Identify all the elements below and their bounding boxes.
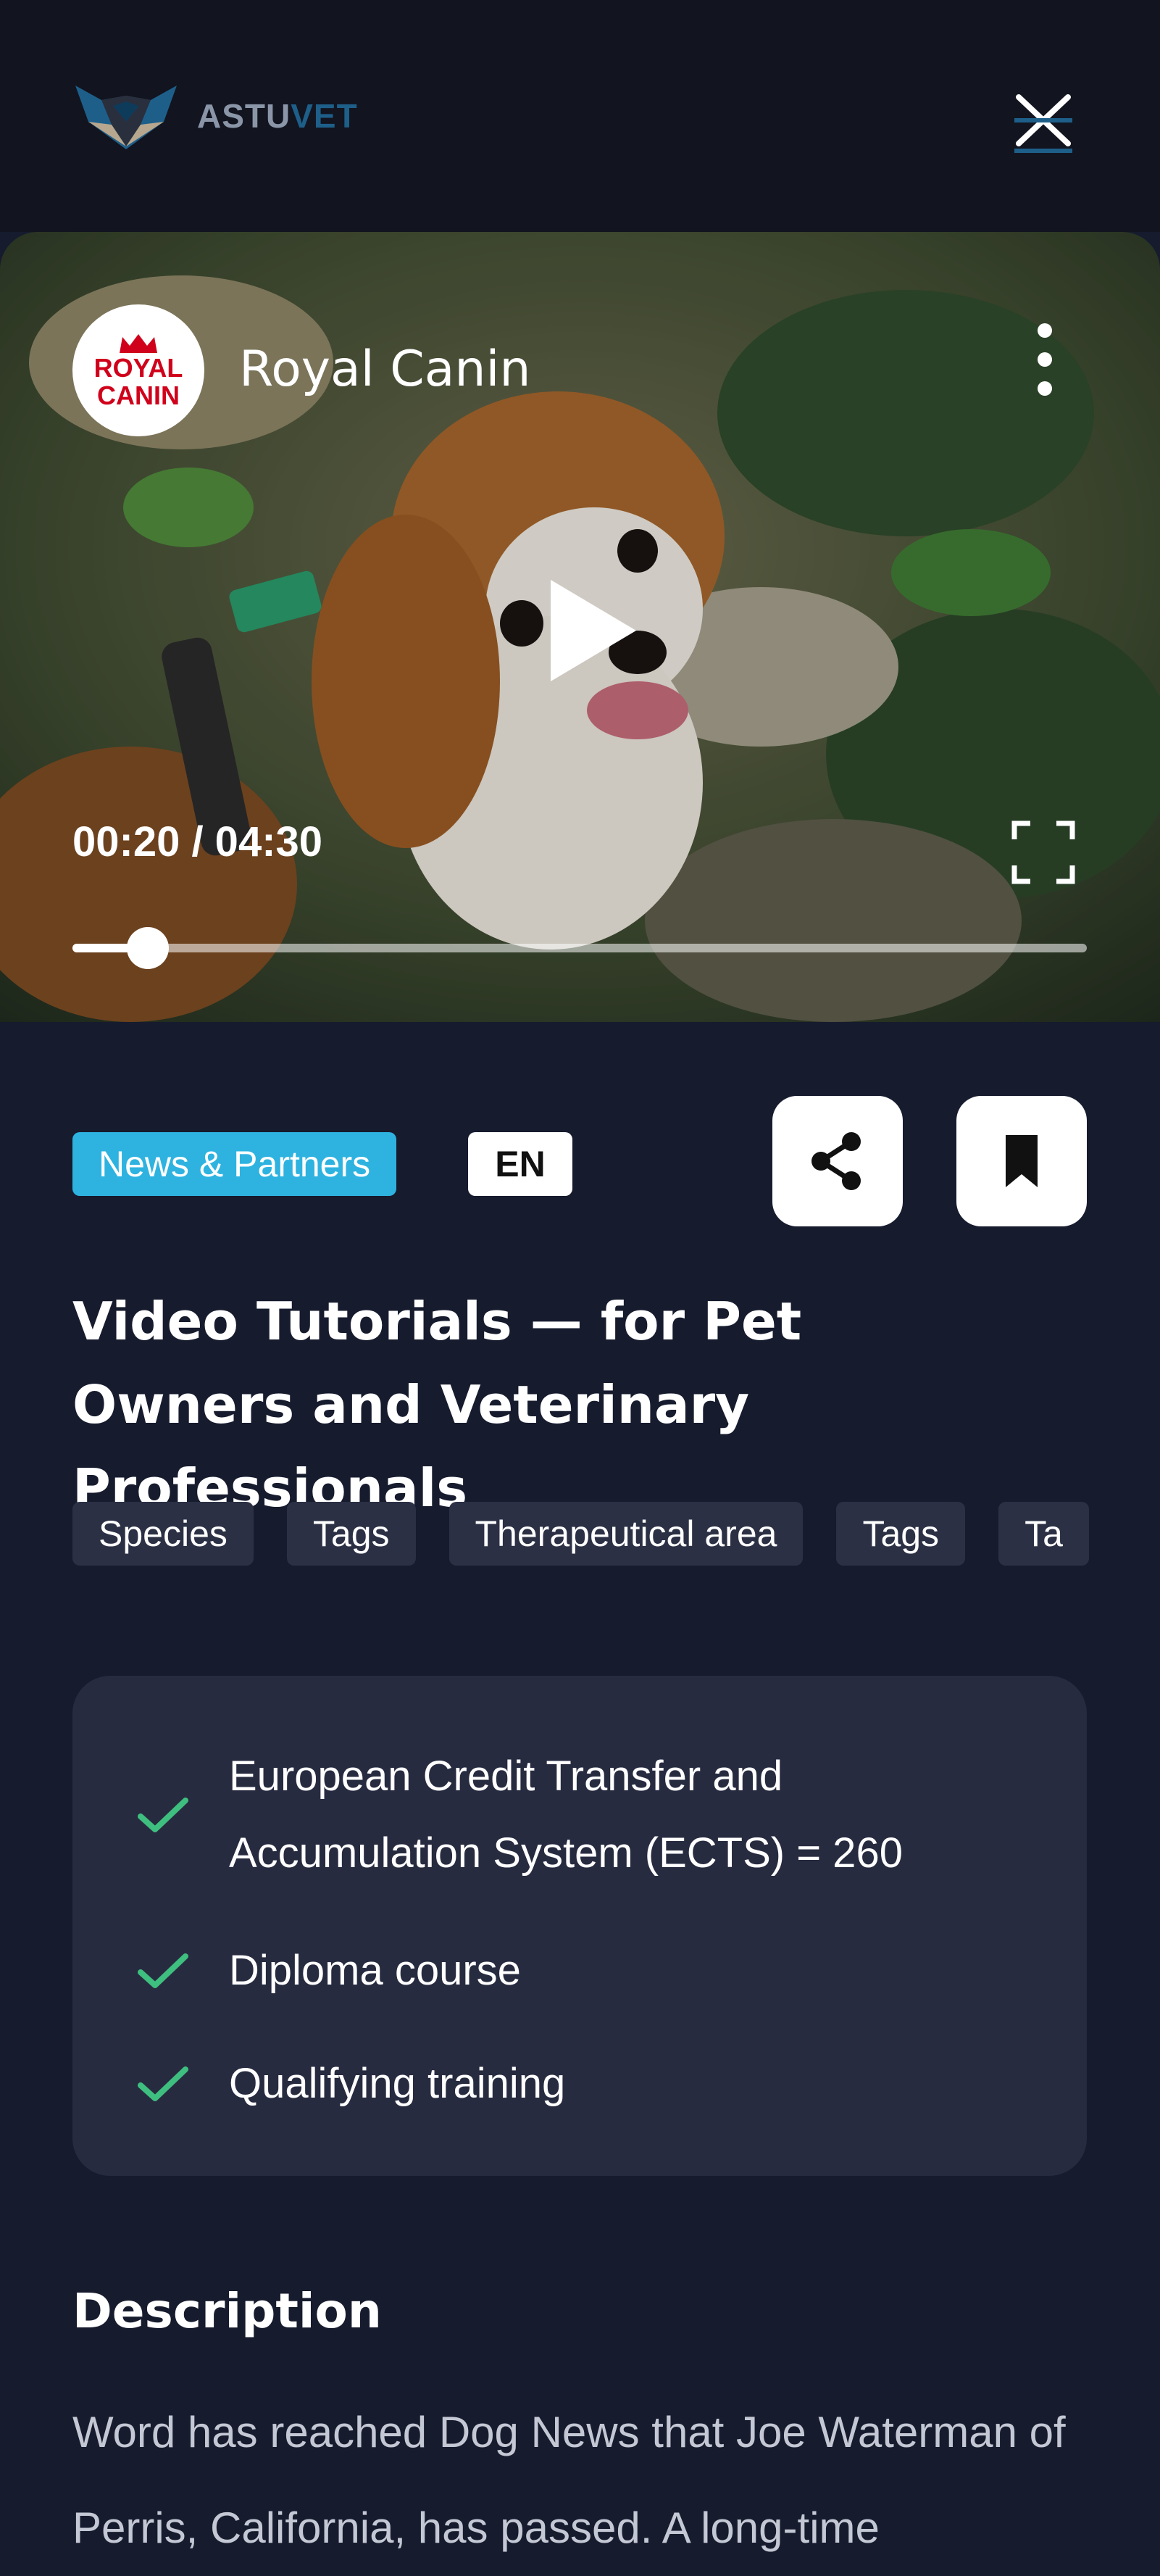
feature-item: European Credit Transfer and Accumulatio… <box>72 1738 1087 1892</box>
channel-name[interactable]: Royal Canin <box>239 341 530 398</box>
features-card: European Credit Transfer and Accumulatio… <box>72 1676 1087 2176</box>
royal-canin-logo-line2: CANIN <box>97 381 180 410</box>
language-chip[interactable]: EN <box>468 1132 572 1196</box>
tag-chip[interactable]: Tags <box>836 1502 966 1566</box>
check-icon <box>138 1798 188 1832</box>
feature-text: Diploma course <box>229 1947 521 1994</box>
feature-text: Qualifying training <box>229 2060 566 2107</box>
progress-thumb[interactable] <box>126 927 169 969</box>
royal-canin-logo-line1: ROYAL <box>93 353 183 383</box>
logo-text-astu: ASTU <box>197 97 291 135</box>
bookmark-icon <box>1006 1135 1038 1187</box>
app-logo[interactable]: ASTUVET <box>72 81 358 151</box>
progress-bar[interactable] <box>72 927 1087 969</box>
logo-text-vet: VET <box>291 97 358 135</box>
app-header: ASTUVET <box>0 0 1160 232</box>
play-icon[interactable] <box>542 573 643 689</box>
share-icon <box>811 1132 861 1190</box>
share-button[interactable] <box>772 1096 903 1226</box>
check-icon <box>138 2066 188 2101</box>
logo-wordmark: ASTUVET <box>197 96 358 136</box>
tag-chip[interactable]: Therapeutical area <box>448 1502 804 1566</box>
category-chip[interactable]: News & Partners <box>72 1132 397 1196</box>
video-player[interactable]: ROYAL CANIN Royal Canin 00:20 / 04:30 <box>0 232 1160 1022</box>
crown-icon <box>120 334 157 353</box>
feature-text: European Credit Transfer and Accumulatio… <box>229 1753 903 1877</box>
fullscreen-icon[interactable] <box>1009 818 1078 887</box>
feature-item: Diploma course <box>72 1932 1087 2009</box>
bookmark-button[interactable] <box>956 1096 1087 1226</box>
feature-item: Qualifying training <box>72 2045 1087 2122</box>
time-display: 00:20 / 04:30 <box>72 818 323 865</box>
close-icon[interactable] <box>1009 86 1078 155</box>
page-title: Video Tutorials — for Pet Owners and Vet… <box>72 1291 802 1518</box>
tag-chip[interactable]: Ta <box>998 1502 1089 1566</box>
tag-chip[interactable]: Tags <box>286 1502 416 1566</box>
tag-chip[interactable]: Species <box>72 1502 254 1566</box>
fox-head-logo-icon <box>75 86 177 149</box>
description-text: Word has reached Dog News that Joe Water… <box>72 2408 1066 2552</box>
channel-avatar[interactable]: ROYAL CANIN <box>72 304 204 436</box>
kebab-menu-icon[interactable] <box>1029 315 1061 404</box>
check-icon <box>138 1953 188 1988</box>
description-heading: Description <box>72 2283 382 2339</box>
tag-list: Species Tags Therapeutical area Tags Ta <box>72 1502 1160 1567</box>
